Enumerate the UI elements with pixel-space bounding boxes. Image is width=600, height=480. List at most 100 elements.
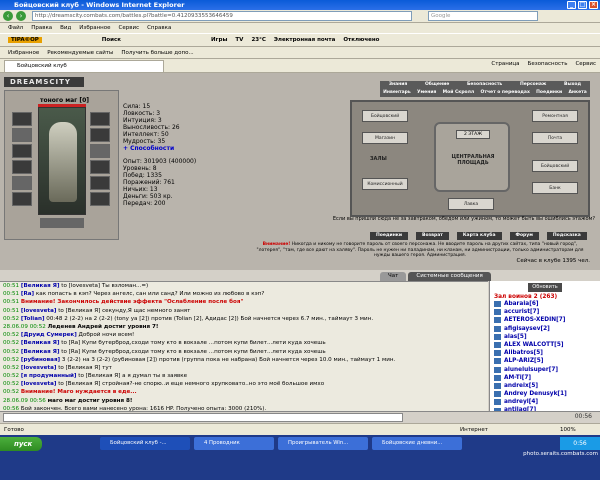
- minimize-button[interactable]: _: [567, 1, 576, 9]
- user-name[interactable]: afigisaysev[2]: [504, 325, 550, 333]
- chat-nick[interactable]: [Tolian]: [21, 316, 45, 322]
- user-name[interactable]: andreyl[4]: [504, 398, 538, 406]
- forward-icon[interactable]: ›: [16, 11, 26, 21]
- equip-slot-amulet[interactable]: [12, 128, 32, 142]
- central-square[interactable]: 2 ЭТАЖ ЦЕНТРАЛЬНАЯ ПЛОЩАДЬ: [434, 122, 510, 192]
- user-name[interactable]: ALP-ARIZ[5]: [504, 357, 543, 365]
- refresh-button[interactable]: Обновить: [528, 283, 562, 292]
- toolbar-disabled[interactable]: Отключено: [343, 37, 379, 43]
- nav-chat[interactable]: Общение: [425, 81, 449, 89]
- menu-favorites[interactable]: Избранное: [79, 25, 110, 31]
- chat-nick[interactable]: [Друид Сумерек]: [21, 332, 77, 338]
- user-list-item[interactable]: ALEX WALCOTT[5]: [490, 341, 600, 349]
- forum-button[interactable]: Форум: [509, 232, 539, 240]
- nav-exit[interactable]: Выход: [564, 81, 581, 89]
- equip-slot-boots[interactable]: [90, 192, 110, 206]
- maximize-button[interactable]: □: [578, 1, 587, 9]
- toolbar-mail[interactable]: Электронная почта: [274, 37, 335, 43]
- menu-view[interactable]: Вид: [60, 25, 71, 31]
- favorite-link-1[interactable]: Рекомендуемые сайты: [47, 50, 113, 56]
- user-list-item[interactable]: AETEROS-XEDIN[7]: [490, 316, 600, 324]
- zoom-level[interactable]: 100%: [560, 427, 576, 433]
- chat-nick[interactable]: [Ra]: [21, 291, 34, 297]
- chat-nick[interactable]: [Великая Я]: [21, 349, 60, 355]
- toolbar-logo[interactable]: TIPA©OP: [8, 37, 42, 43]
- user-list-item[interactable]: Abaraia[6]: [490, 300, 600, 308]
- map-building[interactable]: Комиссионный: [362, 178, 408, 190]
- user-list-item[interactable]: accurist[7]: [490, 308, 600, 316]
- chat-nick[interactable]: [Великая Я]: [21, 340, 60, 346]
- nav-fights[interactable]: Поединки: [536, 89, 562, 97]
- user-name[interactable]: andreix[5]: [504, 382, 538, 390]
- toolbar-tv[interactable]: TV: [235, 37, 243, 43]
- map-building[interactable]: Ремонтная: [532, 110, 578, 122]
- equip-slot-pants[interactable]: [12, 192, 32, 206]
- equip-slot-helmet[interactable]: [12, 112, 32, 126]
- user-name[interactable]: ALEX WALCOTT[5]: [504, 341, 564, 349]
- page-menu[interactable]: Страница: [491, 61, 519, 67]
- nav-knowledge[interactable]: Знания: [389, 81, 408, 89]
- map-building[interactable]: Магазин: [362, 132, 408, 144]
- user-list-item[interactable]: AM-Ti[7]: [490, 374, 600, 382]
- floor-two-label[interactable]: 2 ЭТАЖ: [456, 130, 490, 139]
- equip-slot-cloak[interactable]: [90, 176, 110, 190]
- equip-slot-bracers[interactable]: [90, 160, 110, 174]
- tab-chat[interactable]: Чат: [380, 272, 407, 281]
- equip-slot-ring[interactable]: [90, 112, 110, 126]
- equip-slot-belt[interactable]: [12, 176, 32, 190]
- equip-slot-armor[interactable]: [12, 160, 32, 174]
- task-item[interactable]: 4 Проводник: [194, 437, 274, 450]
- nav-profile[interactable]: Анкета: [568, 89, 586, 97]
- user-name[interactable]: Abaraia[6]: [504, 300, 539, 308]
- character-portrait[interactable]: [38, 107, 86, 215]
- user-name[interactable]: alas[5]: [504, 333, 527, 341]
- chat-nick[interactable]: [рубиновая]: [21, 357, 60, 363]
- map-building[interactable]: Банк: [532, 182, 578, 194]
- task-item[interactable]: Бойцовский клуб -...: [100, 437, 190, 450]
- nav-character[interactable]: Персонаж: [520, 81, 546, 89]
- hint-button[interactable]: Подсказка: [546, 232, 587, 240]
- task-item[interactable]: Бойцовские дневни...: [372, 437, 462, 450]
- menu-help[interactable]: Справка: [147, 25, 171, 31]
- character-nick[interactable]: тоного маг [0]: [40, 97, 89, 104]
- browser-tab[interactable]: Бойцовский клуб: [4, 59, 164, 72]
- user-list-item[interactable]: ALP-ARIZ[5]: [490, 357, 600, 365]
- tab-system-messages[interactable]: Системные сообщения: [408, 272, 491, 281]
- equip-slot-weapon[interactable]: [12, 144, 32, 158]
- chat-input[interactable]: [3, 413, 403, 422]
- user-list-item[interactable]: Andrey Denusyk[1]: [490, 390, 600, 398]
- toolbar-search[interactable]: Поиск: [102, 37, 121, 43]
- user-name[interactable]: AETEROS-XEDIN[7]: [504, 316, 565, 324]
- favorite-link-2[interactable]: Получить больше допо...: [121, 50, 193, 56]
- user-list-item[interactable]: andreyl[4]: [490, 398, 600, 406]
- nav-inventory[interactable]: Инвентарь: [383, 89, 411, 97]
- equip-slot-gloves[interactable]: [90, 128, 110, 142]
- chat-nick[interactable]: [lovesveta]: [21, 365, 57, 371]
- menu-edit[interactable]: Правка: [31, 25, 52, 31]
- user-name[interactable]: AM-Ti[7]: [504, 374, 531, 382]
- tools-menu[interactable]: Сервис: [575, 61, 596, 67]
- user-list-item[interactable]: alas[5]: [490, 333, 600, 341]
- return-button[interactable]: Возврат: [416, 232, 449, 240]
- user-name[interactable]: accurist[7]: [504, 308, 539, 316]
- chat-nick[interactable]: [я продуманный]: [21, 373, 77, 379]
- abilities-link[interactable]: + Способности: [123, 145, 218, 152]
- user-list-item[interactable]: afigisaysev[2]: [490, 325, 600, 333]
- start-button[interactable]: пуск: [0, 437, 42, 451]
- nav-transfers[interactable]: Отчет о переводах: [481, 89, 530, 97]
- menu-tools[interactable]: Сервис: [119, 25, 140, 31]
- back-icon[interactable]: ‹: [3, 11, 13, 21]
- user-name[interactable]: alunelulsuper[7]: [504, 366, 558, 374]
- nav-security[interactable]: Безопасность: [467, 81, 502, 89]
- user-list-item[interactable]: alunelulsuper[7]: [490, 366, 600, 374]
- map-building[interactable]: Бойцовский: [532, 160, 578, 172]
- chat-log[interactable]: 00:51 [Великая Я] to [lovesveta] Ты взло…: [0, 281, 488, 411]
- chat-nick[interactable]: [Великая Я]: [21, 283, 60, 289]
- fights-button[interactable]: Поединки: [370, 232, 409, 240]
- map-building[interactable]: Почта: [532, 132, 578, 144]
- map-building[interactable]: Лавка: [448, 198, 494, 210]
- equip-slot-potions[interactable]: [40, 218, 84, 228]
- search-input[interactable]: Google: [428, 11, 538, 21]
- nav-skills[interactable]: Умения: [417, 89, 436, 97]
- task-item[interactable]: Проигрыватель Win...: [278, 437, 368, 450]
